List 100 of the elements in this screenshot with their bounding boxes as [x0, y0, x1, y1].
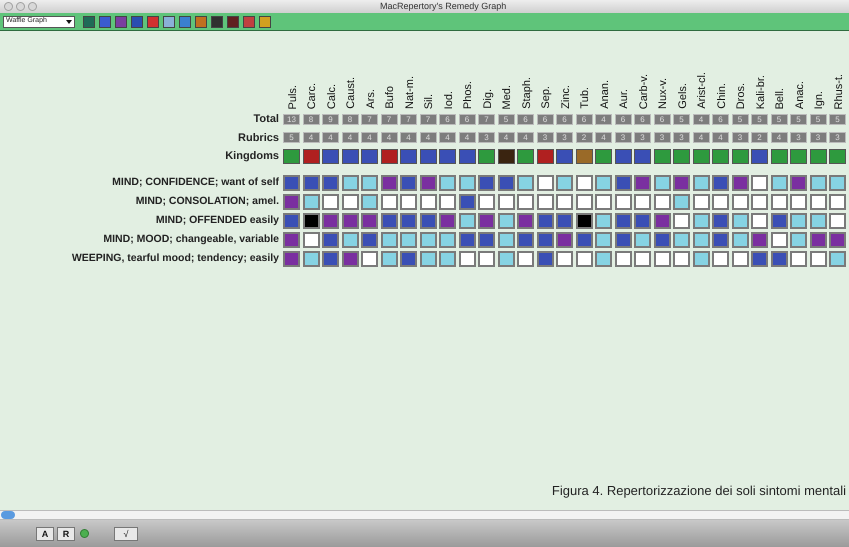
remedy-name: Puls. [286, 84, 299, 109]
toolbar-icon[interactable] [243, 16, 255, 28]
count-cell: 6 [634, 114, 651, 125]
count-cell: 2 [576, 132, 592, 144]
count-cell: 6 [439, 114, 456, 125]
count-cell: 6 [654, 114, 670, 125]
remedy-name: Ars. [364, 89, 377, 109]
remedy-name: Nux-v. [657, 78, 670, 109]
count-cell: 3 [614, 132, 632, 144]
remedy-name: Anac. [794, 80, 806, 109]
count-cell: 4 [439, 132, 456, 144]
count-cell: 4 [595, 114, 612, 125]
remedy-name: Calc. [326, 84, 338, 109]
row-header: Total [252, 112, 279, 127]
count-cell: 4 [458, 132, 476, 144]
count-cell: 4 [302, 132, 320, 144]
toolbar-icon[interactable] [115, 16, 127, 28]
window-title: MacRepertory's Remedy Graph [380, 0, 506, 13]
count-cell: 4 [322, 132, 339, 144]
count-cell: 7 [361, 114, 378, 125]
scroll-thumb[interactable] [1, 511, 15, 519]
toolbar-icon[interactable] [83, 16, 95, 28]
remedy-name: Carc. [306, 82, 318, 109]
remedy-name: Nat-m. [404, 76, 416, 109]
status-light-icon [80, 529, 89, 538]
count-cell: 4 [380, 132, 398, 144]
count-cell: 5 [283, 132, 300, 144]
count-cell: 5 [810, 114, 826, 125]
rubric-label: MIND; OFFENDED easily [154, 212, 279, 228]
count-cell: 7 [478, 114, 495, 125]
count-cell: 8 [342, 114, 358, 125]
rubric-label: MIND; CONFIDENCE; want of self [111, 174, 279, 190]
count-cell: 6 [576, 114, 592, 125]
rubric-label: MIND; CONSOLATION; amel. [134, 194, 279, 209]
remedy-name: Chin. [716, 83, 728, 109]
figure-caption: Figura 4. Repertorizzazione dei soli sintomi mentali [552, 482, 846, 500]
remedy-name: Aur. [618, 89, 630, 109]
count-cell: 4 [770, 132, 788, 144]
count-cell: 6 [712, 114, 729, 125]
count-cell: 6 [614, 114, 632, 125]
count-cell: 5 [673, 114, 690, 125]
remedy-name: Bufo [384, 86, 396, 109]
row-header: Rubrics [237, 130, 279, 146]
remedy-name: Arist-cl. [696, 72, 708, 109]
remedy-name: Zinc. [560, 85, 572, 109]
count-cell: 8 [302, 114, 320, 125]
remedy-name: Kali-br. [754, 74, 767, 109]
mode-button[interactable]: R [57, 526, 75, 540]
count-cell: 3 [790, 132, 807, 144]
count-cell: 5 [732, 114, 748, 125]
remedy-name: Dig. [482, 89, 494, 109]
count-cell: 5 [790, 114, 807, 125]
toolbar-icon[interactable] [163, 16, 175, 28]
remedy-name: Sep. [540, 86, 552, 109]
remedy-name: Carb-v. [638, 74, 650, 109]
count-cell: 4 [400, 132, 417, 144]
remedy-name: Sil. [423, 94, 436, 109]
toolbar-icon[interactable] [211, 16, 223, 28]
mode-button[interactable]: A [36, 526, 54, 540]
count-cell: 3 [654, 132, 670, 144]
remedy-name: Phos. [462, 80, 474, 109]
count-cell: 4 [498, 132, 514, 144]
count-cell: 4 [712, 132, 729, 144]
count-cell: 6 [517, 114, 534, 125]
count-cell: 4 [361, 132, 378, 144]
remedy-name: Dros. [735, 82, 748, 109]
remedy-name: Anan. [598, 80, 611, 109]
row-header: Kingdoms [224, 149, 279, 164]
formula-button[interactable]: √ [114, 526, 138, 540]
toolbar-icon[interactable] [147, 16, 159, 28]
toolbar-icon[interactable] [259, 16, 271, 28]
toolbar-icon[interactable] [131, 16, 143, 28]
horizontal-scrollbar[interactable] [0, 510, 849, 520]
remedy-name: Med. [501, 84, 514, 109]
count-cell: 13 [283, 114, 300, 125]
count-cell: 2 [751, 132, 768, 144]
count-cell: 4 [517, 132, 534, 144]
toolbar-icon[interactable] [179, 16, 191, 28]
caret-icon [66, 20, 72, 24]
count-cell: 4 [420, 132, 436, 144]
count-cell: 5 [751, 114, 768, 125]
count-cell: 3 [536, 132, 554, 144]
count-cell: 6 [536, 114, 554, 125]
count-cell: 7 [400, 114, 417, 125]
toolbar-icon[interactable] [195, 16, 207, 28]
count-cell: 3 [673, 132, 690, 144]
remedy-name: Staph. [520, 77, 533, 109]
count-cell: 7 [420, 114, 436, 125]
count-cell: 5 [770, 114, 788, 125]
count-cell: 4 [342, 132, 358, 144]
count-cell: 3 [556, 132, 573, 144]
count-cell: 4 [692, 114, 710, 125]
count-cell: 5 [829, 114, 846, 125]
count-cell: 6 [458, 114, 476, 125]
remedy-name: Iod. [442, 90, 455, 109]
count-cell: 9 [322, 114, 339, 125]
count-cell: 3 [634, 132, 651, 144]
toolbar-icon[interactable] [227, 16, 239, 28]
toolbar-icon[interactable] [99, 16, 111, 28]
count-cell: 7 [380, 114, 398, 125]
